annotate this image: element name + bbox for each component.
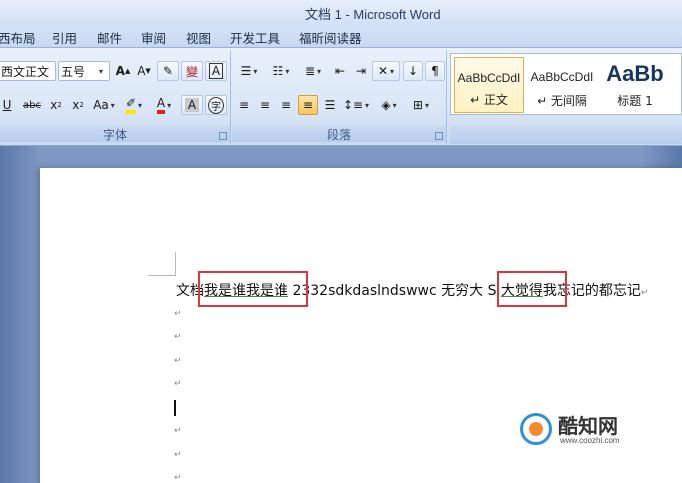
multilevel-list-icon[interactable]: ≣ ▾: [298, 61, 328, 81]
justify-icon[interactable]: ≡: [298, 95, 318, 115]
styles-group-label: [450, 126, 682, 144]
tab-references[interactable]: 引用: [52, 28, 77, 47]
paragraph-mark: ↵: [174, 309, 182, 319]
line-spacing-icon[interactable]: ↕≡ ▾: [342, 95, 370, 115]
highlight-color-icon[interactable]: ✐ ▾: [120, 95, 148, 115]
title-bar: 文档 1 - Microsoft Word: [0, 0, 682, 25]
highlight-box-2: [497, 271, 567, 307]
paragraph-mark: ↵: [640, 288, 649, 298]
highlight-box-1: [198, 271, 308, 307]
style-normal[interactable]: AaBbCcDdI ↵ 正文: [454, 57, 524, 113]
paragraph-mark: ↵: [174, 450, 182, 460]
style-normal-sample: AaBbCcDdI: [457, 71, 521, 85]
font-group-label: 字体: [0, 126, 230, 142]
phonetic-guide-icon[interactable]: 變: [181, 61, 203, 81]
tab-developer[interactable]: 开发工具: [230, 28, 280, 47]
borders-icon[interactable]: ⊞ ▾: [406, 95, 436, 115]
align-right-icon[interactable]: ≡: [276, 95, 296, 115]
subscript-icon[interactable]: x2: [46, 95, 66, 115]
paragraph-mark: ↵: [174, 379, 182, 389]
sort-icon[interactable]: ↓: [403, 61, 423, 81]
font-color-icon[interactable]: A ▾: [150, 95, 178, 115]
tab-page-layout[interactable]: 西布局: [0, 28, 36, 47]
font-group: 西文正文 五号 ▾ A ▲ A ▼ ✎ 變 A U abc x2 x2 Aa ▾ ✐ ▾…: [0, 50, 231, 144]
bullets-icon[interactable]: ☰ ▾: [234, 61, 264, 81]
paragraph-mark: ↵: [174, 356, 182, 366]
paragraph-mark: ↵: [174, 426, 182, 436]
paragraph-dialog-launcher-icon[interactable]: [435, 132, 443, 140]
text-mid: 2332sdkdaslndswwc 无穷大 S: [288, 283, 501, 299]
decrease-indent-icon[interactable]: ⇤: [330, 61, 350, 81]
shading-icon[interactable]: ◈ ▾: [374, 95, 404, 115]
watermark: 酷知网 www.coozhi.com: [516, 410, 666, 450]
watermark-url: www.coozhi.com: [560, 436, 620, 445]
watermark-name: 酷知网: [558, 414, 618, 438]
enclose-characters-icon[interactable]: 字: [205, 95, 227, 115]
tab-foxit-reader[interactable]: 福昕阅读器: [299, 28, 362, 47]
paragraph-mark: ↵: [174, 473, 182, 483]
style-normal-name: ↵ 正文: [470, 93, 508, 107]
paragraph-group: ☰ ▾ ☷ ▾ ≣ ▾ ⇤ ⇥ ✕ ▾ ↓ ¶ ≡ ≡ ≡ ≡ ☰ ↕≡ ▾ ◈ ▾ ⊞ ▾ …: [232, 50, 447, 144]
increase-indent-icon[interactable]: ⇥: [351, 61, 371, 81]
paragraph-mark: ↵: [174, 332, 182, 342]
align-left-icon[interactable]: ≡: [234, 95, 254, 115]
margin-corner-mark: [148, 252, 176, 276]
style-heading-1-name: 标题 1: [617, 94, 653, 108]
grow-font-icon[interactable]: A ▲: [113, 61, 133, 81]
underline-icon[interactable]: U: [0, 95, 16, 115]
font-dialog-launcher-icon[interactable]: [219, 132, 227, 140]
strikethrough-icon[interactable]: abc: [20, 95, 44, 115]
window-title: 文档 1 - Microsoft Word: [305, 7, 441, 22]
chevron-down-icon: ▾: [99, 66, 104, 76]
style-heading-1-sample: AaBb: [606, 61, 664, 86]
tab-review[interactable]: 审阅: [141, 28, 166, 47]
font-name-value: 西文正文: [1, 64, 50, 79]
style-heading-1[interactable]: AaBb 标题 1: [600, 57, 670, 113]
tab-mailings[interactable]: 邮件: [97, 28, 122, 47]
character-shading-icon[interactable]: A: [181, 95, 203, 115]
ribbon-tabs: 西布局 引用 邮件 审阅 视图 开发工具 福昕阅读器: [0, 25, 682, 48]
styles-gallery: AaBbCcDdI ↵ 正文 AaBbCcDdI ↵ 无间隔 AaBb 标题 1: [450, 53, 682, 115]
font-name-combo[interactable]: 西文正文: [0, 61, 56, 81]
superscript-icon[interactable]: x2: [68, 95, 88, 115]
font-size-value: 五号: [61, 64, 86, 79]
coozhi-logo-icon: [520, 413, 552, 445]
clear-format-icon[interactable]: ✎: [157, 61, 179, 81]
show-marks-icon[interactable]: ¶: [425, 61, 445, 81]
shrink-font-icon[interactable]: A ▼: [134, 61, 154, 81]
align-center-icon[interactable]: ≡: [255, 95, 275, 115]
style-no-spacing-name: ↵ 无间隔: [537, 94, 587, 108]
tab-view[interactable]: 视图: [186, 28, 211, 47]
style-no-spacing[interactable]: AaBbCcDdI ↵ 无间隔: [527, 57, 597, 113]
character-border-icon[interactable]: A: [205, 61, 227, 81]
change-case-icon[interactable]: Aa ▾: [90, 95, 118, 115]
style-no-spacing-sample: AaBbCcDdI: [530, 70, 594, 84]
distributed-icon[interactable]: ☰: [320, 95, 340, 115]
text-cursor: [174, 400, 176, 416]
font-size-combo[interactable]: 五号 ▾: [58, 61, 110, 81]
numbering-icon[interactable]: ☷ ▾: [266, 61, 296, 81]
paragraph-group-label: 段落: [232, 126, 446, 142]
chinese-layout-icon[interactable]: ✕ ▾: [372, 61, 400, 81]
